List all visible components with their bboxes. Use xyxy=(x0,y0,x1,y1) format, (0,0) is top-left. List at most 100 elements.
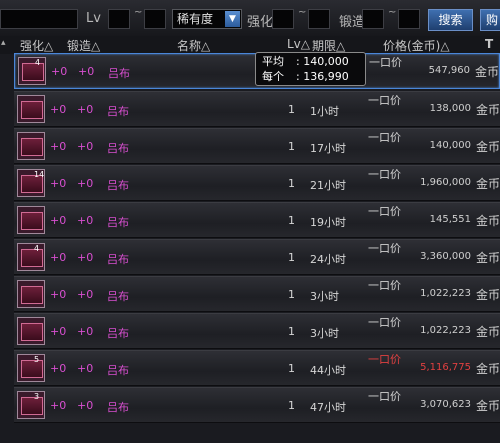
rarity-select[interactable]: 稀有度 ▼ xyxy=(172,9,242,29)
currency-label: 金币 xyxy=(475,214,500,228)
chevron-down-icon[interactable]: ▼ xyxy=(225,11,240,27)
item-icon[interactable] xyxy=(17,206,45,234)
lv-value: 1 xyxy=(288,399,295,412)
header-name[interactable]: 名称△ xyxy=(177,37,210,54)
table-row[interactable]: +0 +0 吕布 1 3小时 一口价 1,022,223 金币 xyxy=(14,313,500,349)
item-icon[interactable]: 5 xyxy=(17,354,45,382)
price-tooltip: 平均: 140,000 每个: 136,990 xyxy=(255,52,366,86)
table-row[interactable]: +0 +0 吕布 1 1小时 一口价 138,000 金币 xyxy=(14,91,500,127)
price-value: 1,960,000 xyxy=(420,177,471,188)
currency-label: 金币 xyxy=(475,251,500,265)
item-icon[interactable] xyxy=(17,280,45,308)
header-lv[interactable]: Lv△ xyxy=(287,37,310,51)
buy-button[interactable]: 购 xyxy=(480,9,500,31)
scroll-up-icon[interactable]: ▴ xyxy=(1,38,6,48)
lv-min-input[interactable] xyxy=(108,9,130,29)
forge-value: +0 xyxy=(77,288,94,301)
forge-value: +0 xyxy=(77,177,94,190)
item-count: 4 xyxy=(34,244,40,253)
period-value: 1小时 xyxy=(310,105,339,118)
item-name: 吕布 xyxy=(107,327,129,340)
currency-label: 金币 xyxy=(475,177,500,191)
tilde-separator: ~ xyxy=(134,7,143,18)
item-icon[interactable] xyxy=(17,95,45,123)
pin-icon[interactable]: T xyxy=(485,37,493,51)
item-name: 吕布 xyxy=(108,67,130,80)
header-forge[interactable]: 锻造△ xyxy=(67,37,100,54)
enhance-value: +0 xyxy=(50,325,67,338)
tooltip-each-value: 136,990 xyxy=(303,70,349,83)
price-value: 1,022,223 xyxy=(420,288,471,299)
item-image xyxy=(22,63,44,81)
search-button[interactable]: 搜索 xyxy=(428,9,473,31)
item-image xyxy=(21,286,43,304)
lv-value: 1 xyxy=(288,177,295,190)
table-row[interactable]: 4 +0 +0 吕布 1 24小时 一口价 3,360,000 金币 xyxy=(14,239,500,275)
enhance-value: +0 xyxy=(50,214,67,227)
lv-value: 1 xyxy=(288,214,295,227)
item-icon[interactable]: 4 xyxy=(17,243,45,271)
tooltip-each-label: 每个 xyxy=(262,70,284,83)
currency-label: 金币 xyxy=(475,140,500,154)
currency-label: 金币 xyxy=(475,399,500,413)
forge-max-input[interactable] xyxy=(398,9,420,29)
enhance-value: +0 xyxy=(50,177,67,190)
forge-min-input[interactable] xyxy=(362,9,384,29)
period-value: 47小时 xyxy=(310,401,346,414)
currency-label: 金币 xyxy=(475,325,500,339)
forge-value: +0 xyxy=(77,140,94,153)
lv-value: 1 xyxy=(288,140,295,153)
item-name: 吕布 xyxy=(107,216,129,229)
table-row[interactable]: 14 +0 +0 吕布 1 21小时 一口价 1,960,000 金币 xyxy=(14,165,500,201)
enhance-max-input[interactable] xyxy=(308,9,330,29)
header-enhance[interactable]: 强化△ xyxy=(20,37,53,54)
rarity-select-value: 稀有度 xyxy=(177,12,214,26)
item-icon[interactable]: 14 xyxy=(17,169,45,197)
item-image xyxy=(21,397,43,415)
item-name: 吕布 xyxy=(107,179,129,192)
table-row[interactable]: 5 +0 +0 吕布 1 44小时 一口价 5,116,775 金币 xyxy=(14,350,500,386)
item-icon[interactable]: 4 xyxy=(18,57,46,85)
period-value: 44小时 xyxy=(310,364,346,377)
item-count: 3 xyxy=(34,392,40,401)
item-image xyxy=(21,138,43,156)
name-search-input[interactable] xyxy=(0,9,78,29)
forge-value: +0 xyxy=(77,399,94,412)
forge-value: +0 xyxy=(77,214,94,227)
enhance-value: +0 xyxy=(50,399,67,412)
table-row[interactable]: +0 +0 吕布 1 17小时 一口价 140,000 金币 xyxy=(14,128,500,164)
item-image xyxy=(21,323,43,341)
currency-label: 金币 xyxy=(475,362,500,376)
header-price[interactable]: 价格(金币)△ xyxy=(383,37,450,54)
period-value: 19小时 xyxy=(310,216,346,229)
table-row[interactable]: +0 +0 吕布 1 19小时 一口价 145,551 金币 xyxy=(14,202,500,238)
item-name: 吕布 xyxy=(107,290,129,303)
item-image xyxy=(21,249,43,267)
item-icon[interactable] xyxy=(17,317,45,345)
item-image xyxy=(21,101,43,119)
item-count: 14 xyxy=(34,170,45,179)
item-icon[interactable] xyxy=(17,132,45,160)
period-value: 17小时 xyxy=(310,142,346,155)
item-image xyxy=(21,360,43,378)
lv-max-input[interactable] xyxy=(144,9,166,29)
period-value: 3小时 xyxy=(310,327,339,340)
enhance-label: 强化 xyxy=(247,15,274,30)
lv-label: Lv xyxy=(86,11,101,26)
enhance-value: +0 xyxy=(50,251,67,264)
period-value: 3小时 xyxy=(310,290,339,303)
lv-value: 1 xyxy=(288,288,295,301)
table-row[interactable]: 3 +0 +0 吕布 1 47小时 一口价 3,070,623 金币 xyxy=(14,387,500,423)
table-row[interactable]: +0 +0 吕布 1 3小时 一口价 1,022,223 金币 xyxy=(14,276,500,312)
item-icon[interactable]: 3 xyxy=(17,391,45,419)
price-value: 3,070,623 xyxy=(420,399,471,410)
enhance-value: +0 xyxy=(51,65,68,78)
item-name: 吕布 xyxy=(107,105,129,118)
price-value: 1,022,223 xyxy=(420,325,471,336)
item-image xyxy=(21,212,43,230)
item-name: 吕布 xyxy=(107,253,129,266)
price-value: 145,551 xyxy=(429,214,471,225)
tooltip-avg-label: 平均 xyxy=(262,55,284,68)
enhance-min-input[interactable] xyxy=(272,9,294,29)
forge-value: +0 xyxy=(78,65,95,78)
